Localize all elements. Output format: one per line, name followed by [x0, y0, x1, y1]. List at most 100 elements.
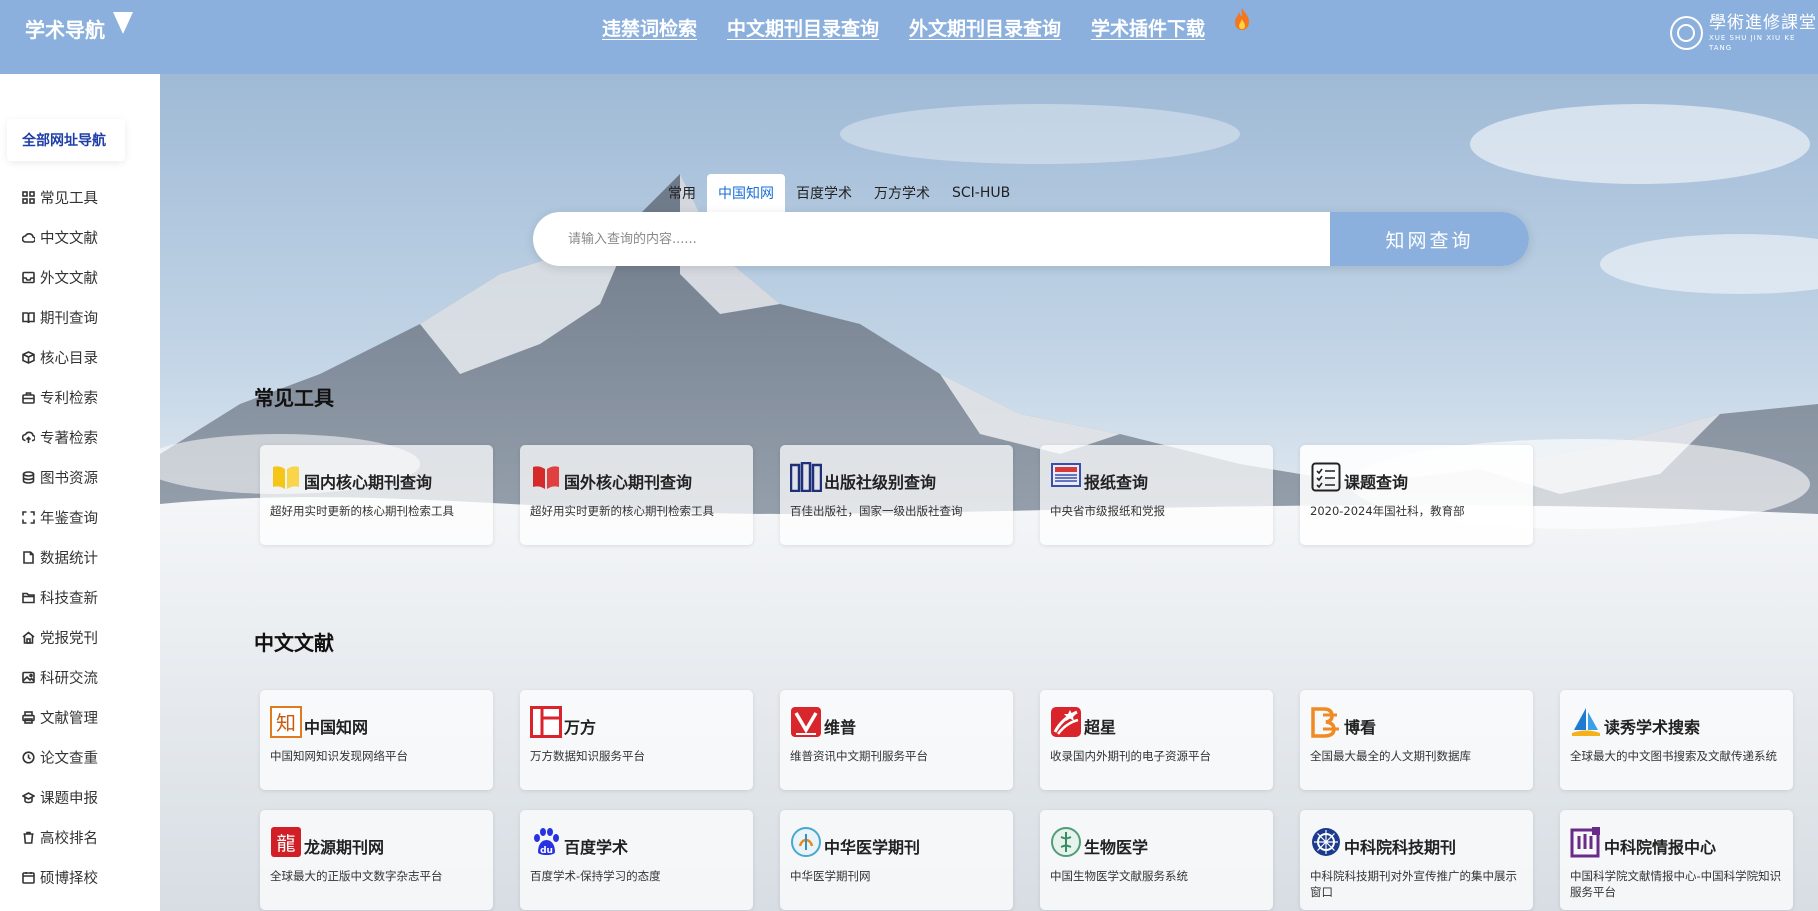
- card-bookan[interactable]: 博看 全国最大最全的人文期刊数据库: [1300, 690, 1533, 790]
- tab-sci-hub[interactable]: SCI-HUB: [941, 174, 1021, 212]
- search-button[interactable]: 知网查询: [1330, 212, 1529, 266]
- sidebar-item-reference-management[interactable]: 文献管理: [22, 697, 98, 737]
- card-vip[interactable]: 维普 维普资讯中文期刊服务平台: [780, 690, 1013, 790]
- card-chaoxing[interactable]: 超星 收录国内外期刊的电子资源平台: [1040, 690, 1273, 790]
- tab-cnki[interactable]: 中国知网: [707, 174, 785, 212]
- file-icon: [23, 550, 34, 564]
- card-biomedicine[interactable]: 生物医学 中国生物医学文献服务系统: [1040, 810, 1273, 910]
- card-duxiu[interactable]: 读秀学术搜索 全球最大的中文图书搜索及文献传递系统: [1560, 690, 1793, 790]
- sidebar-item-label: 党报党刊: [40, 630, 98, 647]
- cloud-icon: [22, 232, 35, 243]
- wanfang-logo-icon: [530, 706, 562, 738]
- sidebar-all-sites-nav[interactable]: 全部网址导航: [7, 119, 125, 161]
- biomed-logo-icon: [1050, 826, 1082, 858]
- card-project-query[interactable]: 课题查询 2020-2024年国社科，教育部: [1300, 445, 1533, 545]
- card-cas-library[interactable]: 中科院情报中心 中国科学院文献情报中心-中国科学院知识服务平台: [1560, 810, 1793, 910]
- card-title: 读秀学术搜索: [1604, 718, 1701, 737]
- card-title: 生物医学: [1084, 838, 1149, 857]
- sidebar-item-common-tools[interactable]: 常见工具: [22, 177, 98, 217]
- box-icon: [22, 350, 35, 364]
- card-desc: 维普资讯中文期刊服务平台: [790, 749, 928, 763]
- card-title: 国内核心期刊查询: [304, 473, 433, 492]
- sidebar-item-party-newspapers[interactable]: 党报党刊: [22, 617, 98, 657]
- sidebar-item-label: 数据统计: [40, 550, 98, 567]
- sidebar-item-chinese-literature[interactable]: 中文文献: [22, 217, 98, 257]
- card-desc: 全国最大最全的人文期刊数据库: [1310, 749, 1471, 763]
- sidebar-item-label: 核心目录: [40, 350, 98, 367]
- card-title: 出版社级别查询: [824, 473, 937, 492]
- sidebar-item-monograph-search[interactable]: 专著检索: [22, 417, 98, 457]
- sidebar-item-label: 论文查重: [40, 750, 98, 767]
- longyuan-logo-icon: 龍: [270, 826, 302, 858]
- nav-link-forbidden-words[interactable]: 违禁词检索: [602, 14, 697, 41]
- brand-logo: 學術進修課堂 XUE SHU JIN XIU KE TANG: [1670, 13, 1818, 53]
- card-desc: 中国生物医学文献服务系统: [1050, 869, 1188, 883]
- fire-icon: [1235, 8, 1249, 30]
- vip-logo-icon: [790, 706, 822, 738]
- sidebar-item-patent-search[interactable]: 专利检索: [22, 377, 98, 417]
- card-desc: 2020-2024年国社科，教育部: [1310, 504, 1465, 518]
- top-header: 学术导航 违禁词检索 中文期刊目录查询 外文期刊目录查询 学术插件下载 學術進修…: [0, 0, 1818, 74]
- card-cma-journals[interactable]: 中华医学期刊 中华医学期刊网: [780, 810, 1013, 910]
- cas-logo-icon: [1310, 826, 1342, 858]
- search-tabs: 常用 中国知网 百度学术 万方学术 SCI-HUB: [657, 174, 1021, 212]
- nav-link-cn-journal-catalog[interactable]: 中文期刊目录查询: [727, 14, 879, 41]
- sidebar-item-grad-school-choice[interactable]: 硕博择校: [22, 857, 98, 897]
- card-cnki[interactable]: 知 中国知网 中国知网知识发现网络平台: [260, 690, 493, 790]
- sidebar-item-core-catalog[interactable]: 核心目录: [22, 337, 98, 377]
- card-longyuan[interactable]: 龍 龙源期刊网 全球最大的正版中文数字杂志平台: [260, 810, 493, 910]
- search-input[interactable]: [533, 212, 1330, 266]
- sidebar-item-label: 专著检索: [40, 430, 98, 447]
- card-desc: 全球最大的中文图书搜索及文献传递系统: [1570, 749, 1777, 763]
- card-title: 中科院科技期刊: [1344, 838, 1457, 857]
- card-desc: 中华医学期刊网: [790, 869, 871, 883]
- bookan-logo-icon: [1310, 706, 1342, 738]
- sidebar-item-project-application[interactable]: 课题申报: [22, 777, 98, 817]
- card-title: 中科院情报中心: [1604, 838, 1717, 857]
- card-domestic-core-journals[interactable]: 国内核心期刊查询 超好用实时更新的核心期刊检索工具: [260, 445, 493, 545]
- tab-wanfang[interactable]: 万方学术: [863, 174, 941, 212]
- card-desc: 全球最大的正版中文数字杂志平台: [270, 869, 443, 883]
- card-publisher-level[interactable]: 出版社级别查询 百佳出版社，国家一级出版社查询: [780, 445, 1013, 545]
- sidebar-item-foreign-literature[interactable]: 外文文献: [22, 257, 98, 297]
- bookshelf-icon: [790, 461, 822, 493]
- svg-text:du: du: [540, 846, 553, 856]
- sidebar-item-data-statistics[interactable]: 数据统计: [22, 537, 98, 577]
- card-newspaper-query[interactable]: 报纸查询 中央省市级报纸和党报: [1040, 445, 1273, 545]
- card-desc: 中国科学院文献情报中心-中国科学院知识服务平台: [1570, 869, 1782, 899]
- card-baidu-scholar[interactable]: du 百度学术 百度学术-保持学习的态度: [520, 810, 753, 910]
- sidebar-item-label: 科研交流: [40, 670, 98, 687]
- calendar-icon: [22, 871, 35, 884]
- sidebar-item-journal-query[interactable]: 期刊查询: [22, 297, 98, 337]
- database-icon: [22, 470, 35, 484]
- sidebar-item-label: 外文文献: [40, 270, 98, 287]
- svg-text:知: 知: [276, 711, 296, 735]
- image-icon: [22, 671, 35, 683]
- brand-seal-icon: [1670, 16, 1703, 50]
- sidebar-item-label: 常见工具: [40, 190, 98, 207]
- nav-link-plugin-download[interactable]: 学术插件下载: [1091, 14, 1205, 41]
- card-cas-journals[interactable]: 中科院科技期刊 中科院科技期刊对外宣传推广的集中展示窗口: [1300, 810, 1533, 910]
- tab-baidu-scholar[interactable]: 百度学术: [785, 174, 863, 212]
- card-wanfang[interactable]: 万方 万方数据知识服务平台: [520, 690, 753, 790]
- card-title: 课题查询: [1344, 473, 1409, 492]
- card-desc: 中国知网知识发现网络平台: [270, 749, 408, 763]
- card-foreign-core-journals[interactable]: 国外核心期刊查询 超好用实时更新的核心期刊检索工具: [520, 445, 753, 545]
- nav-link-foreign-journal-catalog[interactable]: 外文期刊目录查询: [909, 14, 1061, 41]
- sidebar-item-label: 文献管理: [40, 710, 98, 727]
- sidebar-item-research-exchange[interactable]: 科研交流: [22, 657, 98, 697]
- inbox-icon: [22, 271, 35, 283]
- sidebar-item-novelty-search[interactable]: 科技查新: [22, 577, 98, 617]
- sidebar-item-plagiarism-check[interactable]: 论文查重: [22, 737, 98, 777]
- sidebar-item-university-ranking[interactable]: 高校排名: [22, 817, 98, 857]
- sidebar-item-yearbook-query[interactable]: 年鉴查询: [22, 497, 98, 537]
- sidebar-item-book-resources[interactable]: 图书资源: [22, 457, 98, 497]
- sidebar-item-label: 年鉴查询: [40, 510, 98, 527]
- hat-icon: [22, 791, 35, 803]
- card-title: 中国知网: [304, 718, 369, 737]
- search-bar: 知网查询: [533, 212, 1529, 266]
- card-title: 报纸查询: [1084, 473, 1149, 492]
- book-icon: [22, 311, 35, 323]
- tab-common[interactable]: 常用: [657, 174, 707, 212]
- site-logo[interactable]: 学术导航: [25, 11, 133, 43]
